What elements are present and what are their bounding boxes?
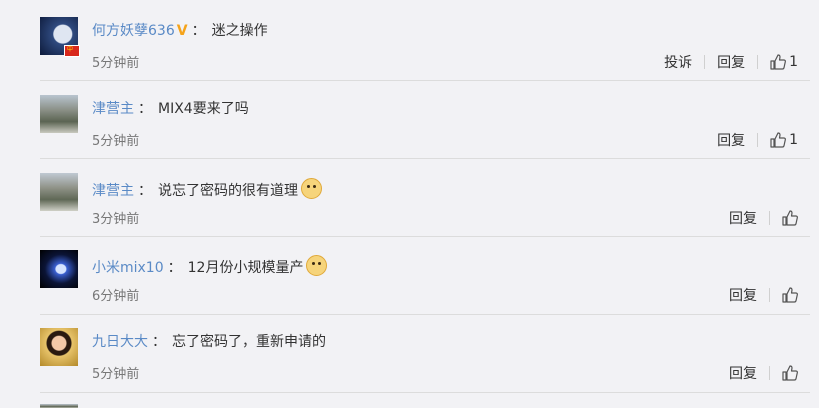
avatar[interactable]	[40, 250, 78, 288]
colon: ：	[152, 334, 166, 350]
divider	[769, 288, 770, 302]
report-button[interactable]: 投诉	[664, 52, 692, 72]
comment-item: 九日大大： 忘了密码了，重新申请的 5分钟前 回复	[0, 314, 810, 393]
timestamp: 5分钟前	[92, 56, 140, 71]
timestamp: 3分钟前	[92, 212, 140, 227]
comment-item: 津营主： MIX4要来了吗 5分钟前 回复 1	[0, 80, 810, 159]
comment-line: 津营主： 说忘了密码的很有道理	[92, 178, 322, 200]
comment-actions: 回复 1	[717, 130, 798, 150]
comment-line: 何方妖孽636 V： 迷之操作	[92, 22, 268, 40]
divider	[769, 366, 770, 380]
doge-emoji-icon	[301, 178, 322, 199]
username-link[interactable]: 何方妖孽636	[92, 23, 175, 39]
comment-item: 中 何方妖孽636 V： 迷之操作 5分钟前 投诉 回复 1	[0, 0, 810, 81]
comment-text: MIX4要来了吗	[158, 101, 249, 117]
comment-list: 中 何方妖孽636 V：迷之操作 5分钟前 投诉 回复 1 津营主： MIX4要来了…	[0, 0, 819, 408]
colon: ：	[138, 183, 152, 199]
like-button[interactable]	[782, 365, 798, 381]
reply-button[interactable]: 回复	[729, 208, 757, 228]
username-link[interactable]: 小米mix10	[92, 260, 164, 276]
comment-actions: 投诉 回复 1	[664, 52, 798, 72]
divider	[704, 55, 706, 69]
comment-text: 说忘了密码的很有道理	[158, 183, 298, 199]
thumbs-up-icon	[782, 287, 798, 303]
comment-actions: 回复	[729, 363, 798, 383]
timestamp: 5分钟前	[92, 367, 140, 382]
verified-v-icon: V	[176, 23, 188, 39]
china-flag-icon: 中	[64, 45, 80, 57]
comment-text: 忘了密码了，重新申请的	[172, 334, 326, 350]
thumbs-up-icon	[782, 365, 798, 381]
flag-label: 中	[67, 46, 74, 53]
like-button[interactable]: 1	[770, 54, 798, 70]
username-link[interactable]: 九日大大	[92, 334, 148, 350]
comment-line: 津营主： MIX4要来了吗	[92, 100, 249, 118]
divider	[757, 133, 759, 147]
comment-text: 12月份小规模量产	[187, 260, 304, 276]
avatar[interactable]	[40, 328, 78, 366]
avatar[interactable]	[40, 404, 78, 408]
username-link[interactable]: 津营主	[92, 101, 134, 117]
reply-button[interactable]: 回复	[729, 363, 757, 383]
like-count: 1	[789, 54, 798, 70]
timestamp: 5分钟前	[92, 134, 140, 149]
reply-button[interactable]: 回复	[717, 130, 745, 150]
thumbs-up-icon	[770, 132, 787, 148]
avatar[interactable]	[40, 173, 78, 211]
username-link[interactable]: 津营主	[92, 183, 134, 199]
comment-text: 迷之操作	[211, 23, 268, 39]
comment-item: 小米mix10： 12月份小规模量产 6分钟前 回复	[0, 236, 810, 315]
doge-emoji-icon	[306, 255, 328, 276]
reply-button[interactable]: 回复	[729, 285, 757, 305]
avatar[interactable]	[40, 95, 78, 133]
divider	[769, 211, 770, 225]
timestamp: 6分钟前	[92, 289, 140, 304]
comment-line: 小米mix10： 12月份小规模量产	[92, 255, 328, 277]
like-button[interactable]	[782, 287, 798, 303]
reply-button[interactable]: 回复	[717, 52, 745, 72]
like-button[interactable]	[782, 210, 798, 226]
comment-line: 九日大大： 忘了密码了，重新申请的	[92, 333, 326, 351]
comment-actions: 回复	[729, 208, 798, 228]
row-divider	[40, 392, 810, 393]
comment-item: 津营主： 说忘了密码的很有道理 3分钟前 回复	[0, 158, 810, 237]
thumbs-up-icon	[782, 210, 798, 226]
colon: ：	[191, 23, 206, 39]
comment-actions: 回复	[729, 285, 798, 305]
like-count: 1	[789, 132, 798, 148]
thumbs-up-icon	[770, 54, 787, 70]
colon: ：	[138, 101, 152, 117]
like-button[interactable]: 1	[770, 132, 798, 148]
colon: ：	[167, 260, 182, 276]
divider	[757, 55, 759, 69]
